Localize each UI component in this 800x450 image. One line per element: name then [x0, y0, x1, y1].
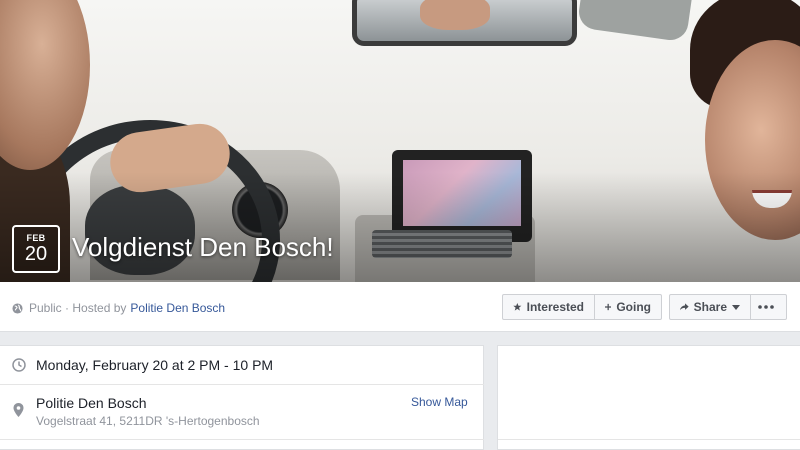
host-line: Public · Hosted by Politie Den Bosch [12, 301, 225, 315]
going-label: Going [616, 300, 651, 314]
event-date-day: 20 [24, 243, 48, 265]
star-icon [513, 302, 522, 311]
event-details-card: Monday, February 20 at 2 PM - 10 PM Poli… [0, 345, 484, 450]
location-pin-icon [13, 403, 24, 417]
cover-sun-visor [576, 0, 694, 43]
host-link[interactable]: Politie Den Bosch [130, 301, 225, 315]
cover-shade [0, 172, 800, 282]
side-card-divider [498, 439, 800, 440]
interested-label: Interested [526, 300, 584, 314]
event-time: Monday, February 20 at 2 PM - 10 PM [36, 357, 274, 373]
event-time-row: Monday, February 20 at 2 PM - 10 PM [0, 346, 484, 385]
side-card [497, 345, 800, 450]
event-title: Volgdienst Den Bosch! [72, 232, 334, 262]
cover-mirror-reflection [420, 0, 490, 30]
more-icon [758, 305, 774, 309]
event-action-bar: Public · Hosted by Politie Den Bosch Int… [0, 282, 800, 332]
event-date-month: FEB [26, 233, 46, 243]
location-name[interactable]: Politie Den Bosch [36, 395, 147, 411]
share-label: Share [693, 300, 727, 314]
event-location-row: Politie Den Bosch Vogelstraat 41, 5211DR… [0, 385, 484, 440]
going-button[interactable]: Going [594, 294, 662, 320]
share-button[interactable]: Share [669, 294, 751, 320]
plus-icon [605, 303, 612, 311]
chevron-down-icon [732, 304, 740, 310]
clock-icon [12, 358, 26, 372]
globe-icon [12, 302, 23, 314]
more-options-button[interactable] [750, 294, 787, 320]
cover-photo: FEB 20 Volgdienst Den Bosch! [0, 0, 800, 282]
interested-button[interactable]: Interested [502, 294, 595, 320]
location-address: Vogelstraat 41, 5211DR 's-Hertogenbosch [36, 414, 260, 428]
show-map-link[interactable]: Show Map [411, 395, 468, 409]
event-date-badge: FEB 20 [12, 225, 60, 273]
privacy-label: Public · Hosted by [29, 301, 127, 315]
share-arrow-icon [680, 303, 689, 311]
